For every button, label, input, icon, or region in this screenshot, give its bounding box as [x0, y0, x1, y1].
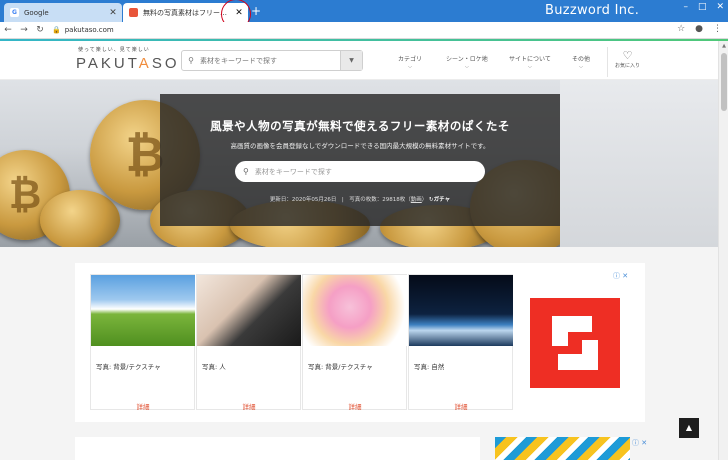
scroll-thumb[interactable]: [721, 53, 727, 111]
chevron-down-icon: ⌵: [464, 64, 469, 70]
hero-search-input[interactable]: ⚲ 素材をキーワードで探す: [235, 161, 485, 182]
bookmark-star-icon[interactable]: ☆: [677, 24, 685, 34]
search-icon: ⚲: [243, 167, 249, 176]
gacha-link[interactable]: ガチャ: [434, 197, 450, 203]
google-favicon-icon: G: [10, 8, 19, 17]
header-search-input[interactable]: [200, 56, 340, 65]
heart-icon: ♡: [622, 49, 633, 62]
ad-more-link[interactable]: 詳細: [303, 401, 407, 411]
maximize-icon[interactable]: □: [698, 2, 707, 12]
hero-subtitle: 高画質の画像を会員登録なしでダウンロードできる国内最大規模の無料素材サイトです。: [230, 142, 490, 150]
minimize-icon[interactable]: –: [683, 2, 688, 12]
ad-info-icon[interactable]: ⓘ ✕: [632, 438, 647, 448]
logo-text-b: A: [138, 55, 152, 72]
tab-title: Google: [24, 8, 49, 17]
ad-thumbnail: [91, 275, 195, 346]
ad-more-link[interactable]: 詳細: [197, 401, 301, 411]
logo-text-c: SO: [151, 55, 180, 72]
scroll-up-icon[interactable]: ▲: [719, 41, 728, 51]
ad-info-icon[interactable]: ⓘ ✕: [613, 271, 628, 281]
window-controls: – □ ✕: [683, 2, 724, 12]
back-arrow-icon[interactable]: ←: [0, 25, 16, 35]
hero-search-placeholder: 素材をキーワードで探す: [254, 167, 332, 176]
window-close-icon[interactable]: ✕: [716, 2, 724, 12]
ad-card[interactable]: 写真: 人 詳細: [196, 274, 301, 411]
ad-caption: 写真: 自然: [414, 363, 445, 371]
tab-google[interactable]: G Google ✕: [4, 3, 122, 22]
favorites-button[interactable]: ♡ お気に入り: [607, 47, 647, 77]
chevron-down-icon: ⌵: [579, 64, 583, 70]
pakutaso-favicon-icon: [129, 8, 138, 17]
site-logo[interactable]: PAKUTASO: [76, 55, 180, 72]
nav-label: その他: [572, 56, 591, 63]
logo-tagline: 使って楽しい、見て楽しい: [78, 47, 150, 53]
browser-toolbar: ← → ↻ 🔒 pakutaso.com ☆ ● ⋮: [0, 22, 728, 39]
reload-icon[interactable]: ↻: [32, 25, 48, 35]
ad-thumbnail: [409, 275, 513, 346]
hero-meta-text: 更新日：2020年05月26日 | 写真の枚数：29818枚（: [269, 197, 411, 203]
account-icon[interactable]: ●: [695, 24, 703, 34]
hero-title: 風景や人物の写真が無料で使えるフリー素材のぱくたそ: [210, 119, 510, 133]
ad-more-link[interactable]: 詳細: [91, 401, 195, 411]
toolbar-right-icons: ☆ ● ⋮: [677, 24, 722, 34]
ad-card[interactable]: 写真: 背景/テクスチャ 詳細: [302, 274, 407, 411]
hero-overlay: 風景や人物の写真が無料で使えるフリー素材のぱくたそ 高画質の画像を会員登録なしで…: [160, 94, 560, 226]
nav-other[interactable]: その他 ⌵: [572, 54, 590, 70]
nav-label: シーン・ロケ地: [446, 56, 488, 63]
ad-card[interactable]: 写真: 自然 詳細: [408, 274, 513, 411]
hero-meta: 更新日：2020年05月26日 | 写真の枚数：29818枚（動画） ↻ガチャ: [160, 195, 560, 203]
lock-icon: 🔒: [52, 26, 61, 34]
shutterstock-mark-icon: [552, 316, 598, 370]
url-text: pakutaso.com: [64, 26, 114, 34]
hero-background-right: [560, 80, 718, 247]
ad-caption: 写真: 背景/テクスチャ: [308, 363, 373, 371]
chevron-down-icon: ⌵: [408, 64, 412, 70]
menu-kebab-icon[interactable]: ⋮: [713, 24, 722, 34]
chevron-down-icon: ⌵: [528, 64, 532, 70]
nav-label: カテゴリ: [398, 56, 423, 63]
favorites-label: お気に入り: [614, 63, 640, 69]
address-bar[interactable]: 🔒 pakutaso.com: [52, 26, 114, 34]
tab-title: 無料の写真素材はフリー素材のぱくたそ: [143, 8, 233, 17]
search-dropdown-icon[interactable]: ▼: [340, 51, 362, 70]
page-top-button[interactable]: ▲: [679, 418, 699, 438]
ad-caption: 写真: 背景/テクスチャ: [96, 363, 161, 371]
nav-label: サイトについて: [509, 56, 551, 63]
page-scrollbar[interactable]: ▲: [718, 41, 728, 460]
browser-window: G Google ✕ 無料の写真素材はフリー素材のぱくたそ ✕ + Buzzwo…: [0, 0, 728, 460]
tab-close-icon[interactable]: ✕: [107, 8, 119, 18]
hero-meta-close: ）: [421, 197, 428, 203]
forward-arrow-icon[interactable]: →: [16, 25, 32, 35]
nav-category[interactable]: カテゴリ ⌵: [398, 54, 422, 70]
search-icon: ⚲: [188, 56, 194, 65]
ad-caption: 写真: 人: [202, 363, 226, 371]
shutterstock-logo[interactable]: [530, 298, 620, 388]
ad-card[interactable]: 写真: 背景/テクスチャ 詳細: [90, 274, 195, 411]
ad-thumbnail: [197, 275, 301, 346]
header-search: ⚲ ▼: [181, 50, 363, 71]
hero-banner: ₿ ₿ 風景や人物の写真が無料で使えるフリー素材のぱくたそ 高画質の画像を会員登…: [0, 80, 718, 247]
logo-text-a: PAKUT: [76, 55, 139, 72]
nav-scene[interactable]: シーン・ロケ地 ⌵: [446, 54, 488, 70]
bottom-ad-banner[interactable]: [495, 437, 630, 460]
title-bar: G Google ✕ 無料の写真素材はフリー素材のぱくたそ ✕ + Buzzwo…: [0, 0, 728, 29]
new-tab-button[interactable]: +: [250, 5, 262, 17]
ad-thumbnail: [303, 275, 407, 346]
nav-about[interactable]: サイトについて ⌵: [509, 54, 551, 70]
bottom-content-panel: [75, 437, 480, 460]
hero-meta-video-link[interactable]: 動画: [411, 197, 422, 203]
ad-more-link[interactable]: 詳細: [409, 401, 513, 411]
site-header: 使って楽しい、見て楽しい PAKUTASO ⚲ ▼ カテゴリ ⌵ シーン・ロケ地…: [0, 41, 718, 80]
brand-watermark: Buzzword Inc.: [545, 3, 640, 18]
